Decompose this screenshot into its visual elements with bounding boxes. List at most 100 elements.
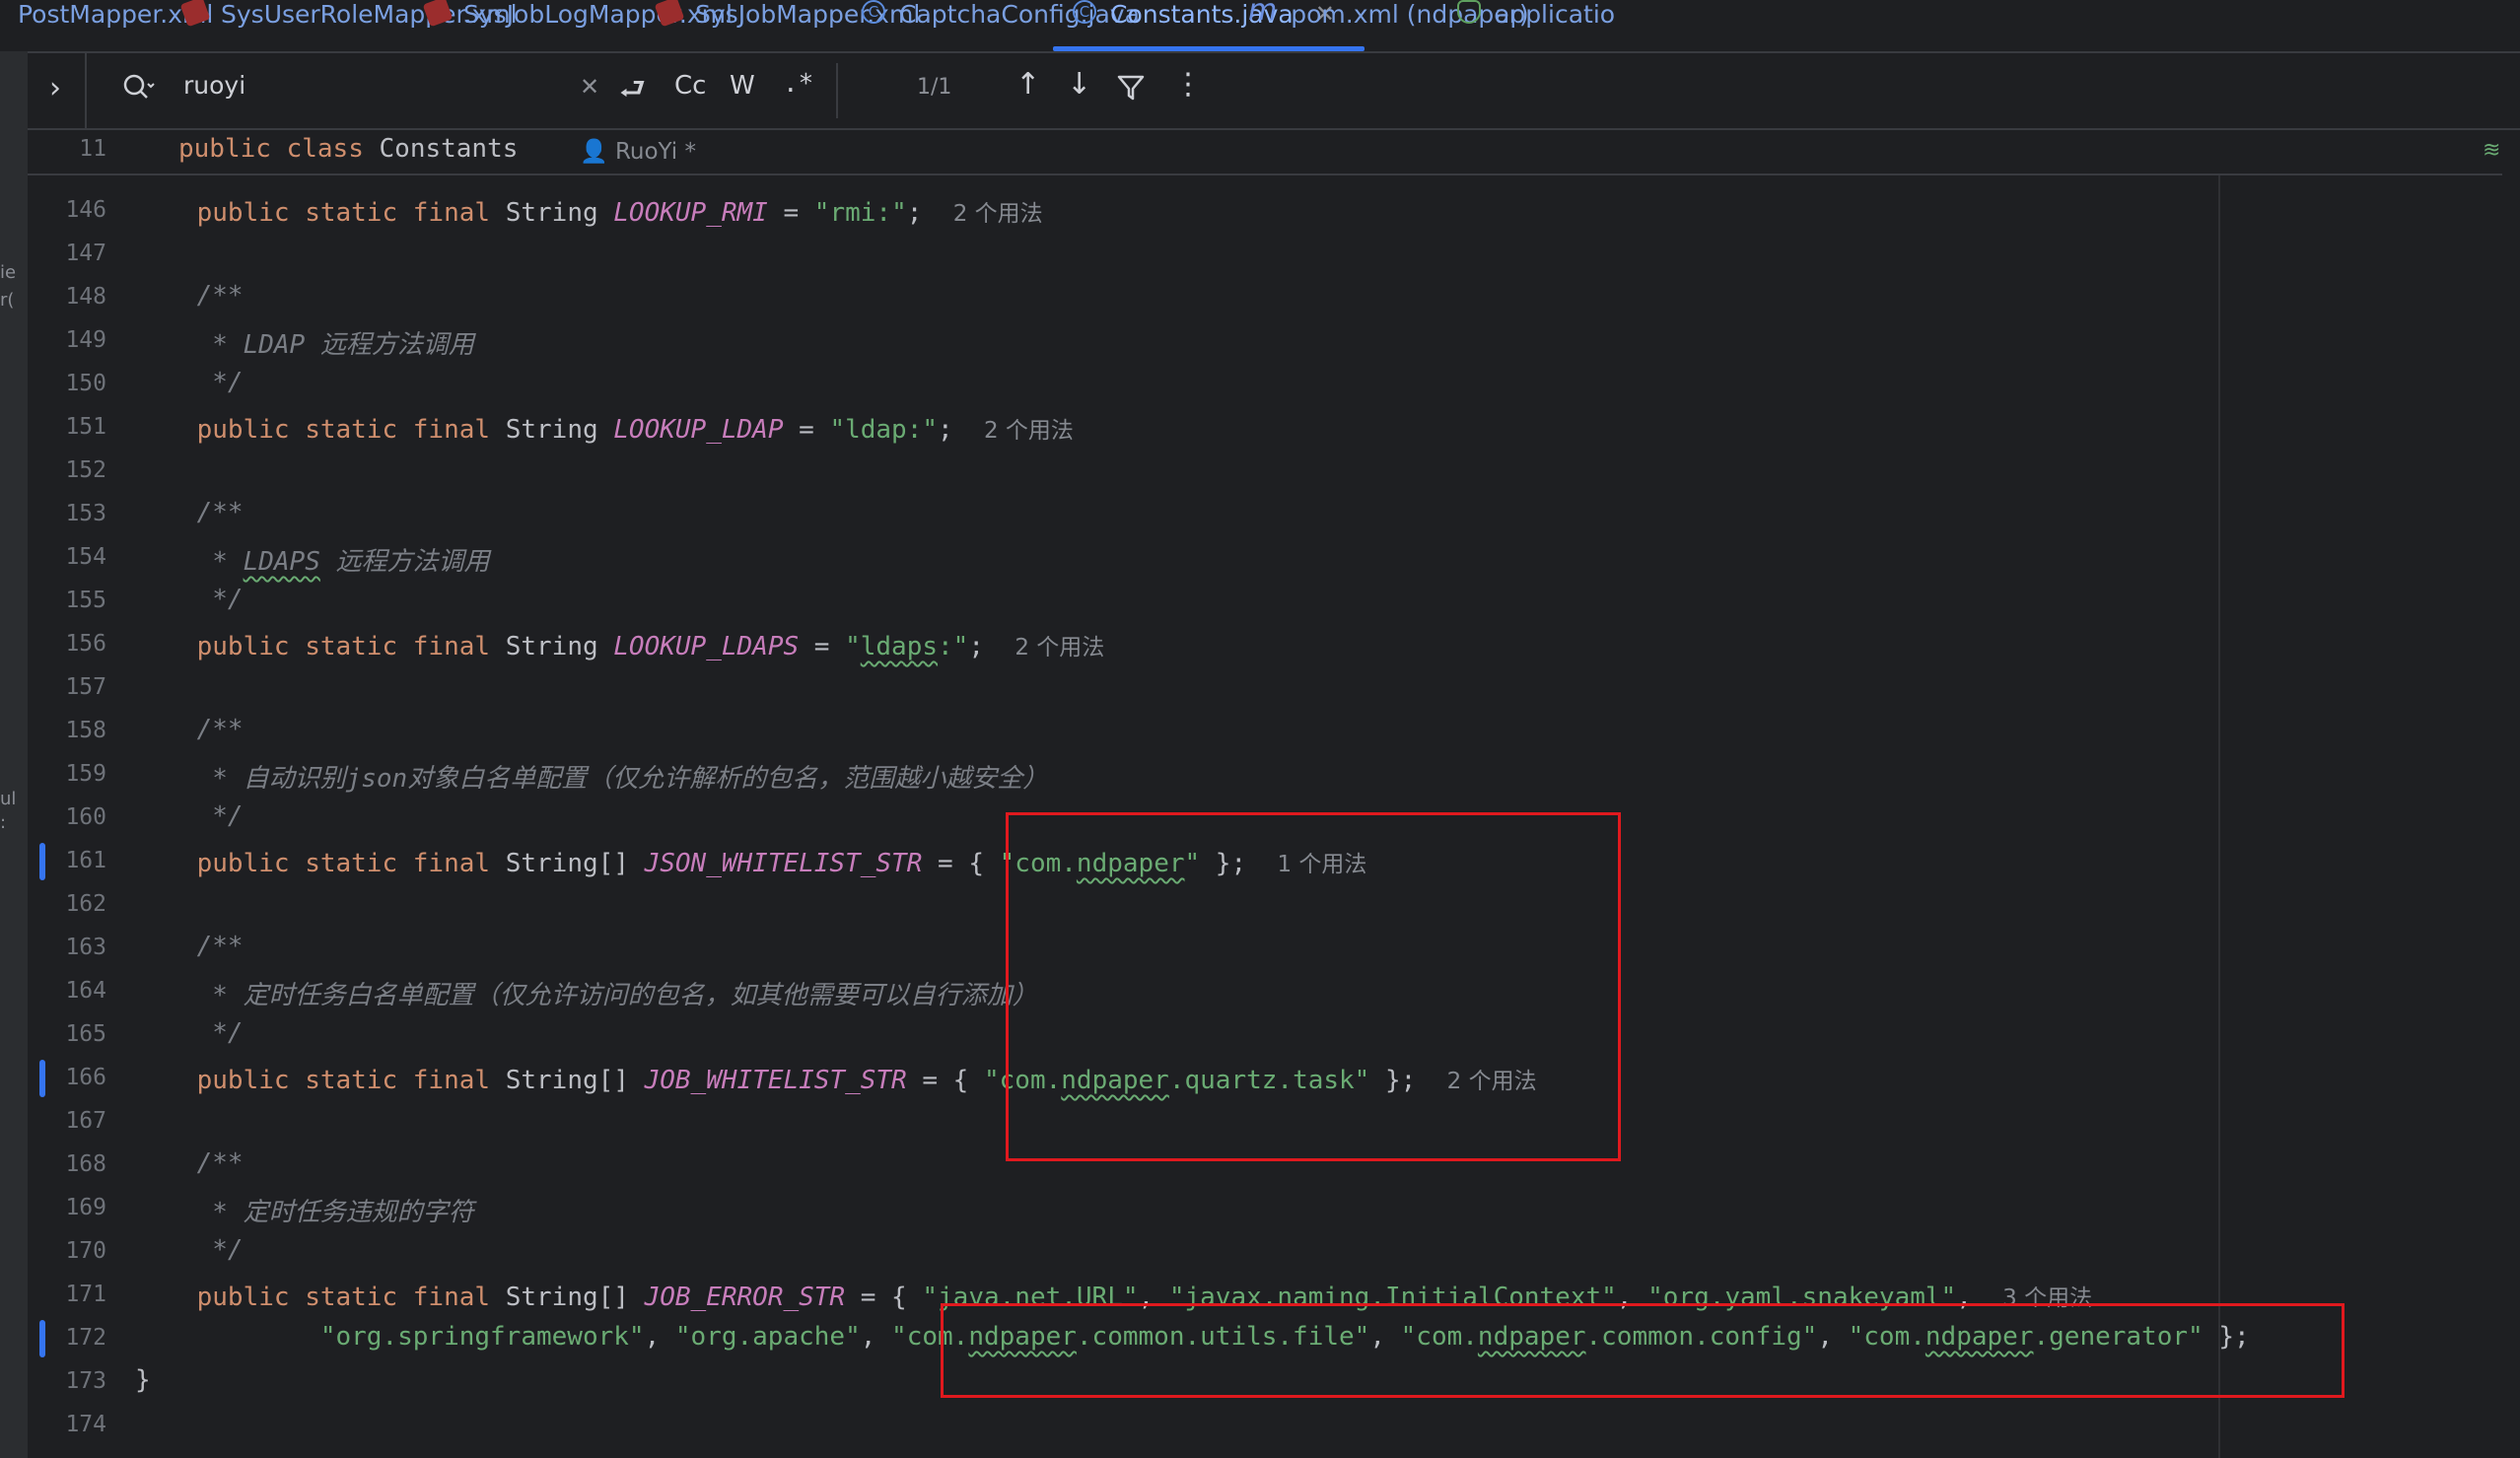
constant-name: LOOKUP_LDAP: [613, 415, 784, 445]
code-editor[interactable]: 146 147 148 149 150 151 152 153 154 155 156 157 158 1…: [28, 130, 2520, 1458]
right-margin-guide: [2218, 166, 2220, 1458]
tab-label: applicatio: [1495, 0, 1616, 29]
code-text-area[interactable]: public static final String LOOKUP_RMI = …: [135, 130, 2520, 1458]
keyword: public static final: [196, 1066, 491, 1095]
code-line: public static final String LOOKUP_LDAPS …: [196, 632, 1105, 661]
divider: [836, 63, 838, 118]
search-history-icon[interactable]: [122, 73, 156, 106]
vcs-change-marker[interactable]: [39, 1060, 45, 1097]
line-number: 167: [65, 1108, 106, 1134]
author-name: RuoYi *: [614, 139, 696, 165]
words-toggle[interactable]: W: [730, 71, 755, 101]
constant-name: LOOKUP_RMI: [613, 198, 768, 228]
type-name: String: [505, 415, 598, 445]
editor-tab-bar: PostMapper.xml SysUserRoleMapper.xml Sys…: [0, 0, 2520, 53]
comment-text: 远程方法调用: [319, 547, 490, 577]
xml-file-icon: [422, 0, 454, 28]
search-input[interactable]: ruoyi: [183, 71, 245, 100]
doc-comment-line: /**: [135, 281, 244, 311]
doc-comment-line: /**: [135, 498, 244, 527]
more-options-icon[interactable]: ⋮: [1173, 67, 1203, 102]
filter-icon[interactable]: [1116, 73, 1146, 106]
previous-match-icon[interactable]: ↑: [1015, 67, 1040, 102]
java-class-icon: C: [1073, 0, 1096, 24]
line-number: 168: [65, 1151, 106, 1177]
user-icon: 👤: [580, 139, 608, 165]
expand-replace-icon[interactable]: ›: [49, 71, 61, 105]
doc-comment-line: */: [135, 1018, 243, 1048]
line-number: 156: [65, 631, 106, 657]
operator: =: [860, 1283, 876, 1312]
line-number: 151: [65, 414, 106, 440]
find-bar: › ruoyi ✕ ⮐ Cc W .* 1/1 ↑ ↓ ⋮: [28, 53, 2520, 130]
doc-comment-line: /**: [135, 715, 244, 744]
line-number: 153: [65, 501, 106, 526]
operator: =: [799, 415, 814, 445]
line-number: 165: [65, 1021, 106, 1047]
line-number: 162: [65, 891, 106, 917]
comment-text: /**: [196, 932, 244, 961]
clear-search-icon[interactable]: ✕: [580, 73, 599, 101]
operator: =: [922, 1066, 939, 1095]
doc-comment-line: * LDAPS 远程方法调用: [135, 541, 490, 578]
xml-file-icon: [654, 0, 685, 28]
type-name: String[]: [505, 1066, 629, 1095]
keyword: public static final: [196, 849, 491, 878]
comment-text: */: [212, 368, 244, 397]
comment-text: * 定时任务白名单配置（仅允许访问的包名，如其他需要可以自行添加）: [212, 981, 1038, 1010]
comment-text: *: [212, 547, 244, 577]
keyword: public static final: [196, 632, 491, 661]
line-number: 164: [65, 978, 106, 1004]
vcs-change-marker[interactable]: [39, 843, 45, 880]
constant-name: JSON_WHITELIST_STR: [644, 849, 923, 878]
line-number: 146: [65, 197, 106, 223]
line-number: 174: [65, 1412, 106, 1437]
match-case-toggle[interactable]: Cc: [674, 71, 706, 101]
operator: =: [813, 632, 830, 661]
doc-comment-line: */: [135, 585, 244, 614]
comment-text: */: [212, 585, 244, 614]
line-number: 154: [65, 544, 106, 570]
line-number: 149: [65, 327, 106, 353]
maven-icon: m: [1248, 0, 1278, 28]
typo-word: ldaps: [860, 632, 939, 661]
line-number: 160: [65, 804, 106, 830]
doc-comment-line: * 自动识别json对象白名单配置（仅允许解析的包名，范围越小越安全）: [135, 758, 1048, 795]
sticky-code: public class Constants: [178, 134, 518, 164]
line-number: 158: [65, 718, 106, 743]
comment-text: /**: [196, 715, 244, 744]
line-number: 157: [65, 674, 106, 700]
usages-hint[interactable]: 2 个用法: [953, 201, 1043, 227]
author-annotation[interactable]: 👤 RuoYi *: [580, 138, 696, 165]
type-name: String[]: [505, 1283, 629, 1312]
string-literal: "ldap:": [829, 415, 939, 445]
highlight-box: [1006, 812, 1621, 1161]
usages-hint[interactable]: 2 个用法: [1015, 635, 1104, 660]
comment-text: * 自动识别json对象白名单配置（仅允许解析的包名，范围越小越安全）: [212, 764, 1049, 794]
tab-application[interactable]: applicatio: [1457, 0, 1615, 49]
constant-name: LOOKUP_LDAPS: [613, 632, 800, 661]
new-line-icon[interactable]: ⮐: [619, 67, 646, 117]
usages-hint[interactable]: 2 个用法: [984, 418, 1074, 444]
sticky-class-header[interactable]: 11 public class Constants 👤 RuoYi * ≋: [28, 130, 2502, 175]
spring-config-icon: [1457, 0, 1481, 24]
line-number: 169: [65, 1195, 106, 1220]
vcs-change-marker[interactable]: [39, 1320, 45, 1357]
code-line: public static final String LOOKUP_LDAP =…: [196, 415, 1074, 445]
regex-toggle[interactable]: .*: [783, 69, 813, 99]
match-count: 1/1: [917, 75, 952, 100]
class-name: Constants: [379, 134, 519, 164]
comment-text: /**: [196, 498, 244, 527]
line-number: 152: [65, 457, 106, 483]
line-number: 11: [79, 136, 106, 162]
keyword: public static final: [196, 198, 491, 228]
doc-comment-line: * 定时任务白名单配置（仅允许访问的包名，如其他需要可以自行添加）: [135, 975, 1038, 1011]
line-number: 148: [65, 284, 106, 310]
inspection-ok-icon[interactable]: ≋: [2483, 138, 2500, 163]
next-match-icon[interactable]: ↓: [1067, 67, 1091, 102]
operator: =: [938, 849, 953, 878]
code-line: }: [135, 1365, 151, 1395]
clipped-text: r(: [0, 290, 15, 311]
keyword: class: [286, 134, 364, 164]
line-number: 155: [65, 588, 106, 613]
